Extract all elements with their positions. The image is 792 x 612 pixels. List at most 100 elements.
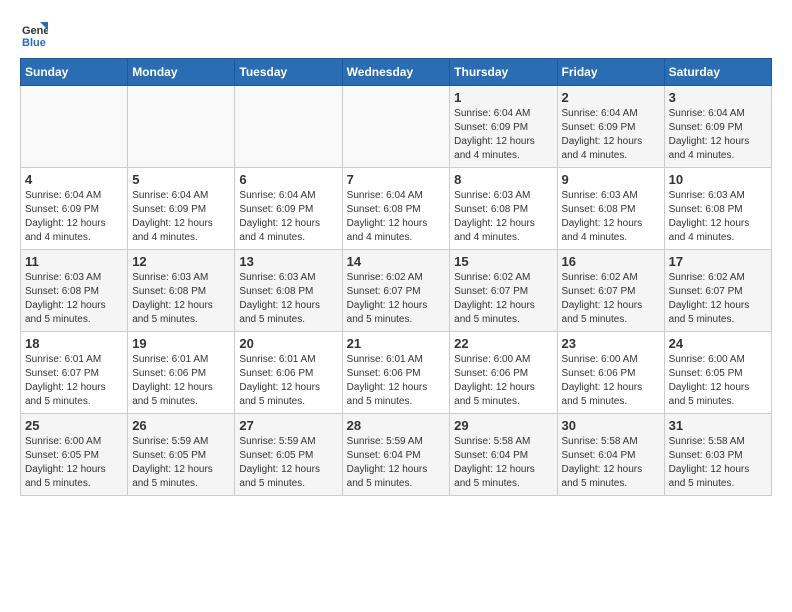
week-row-2: 4 Sunrise: 6:04 AM Sunset: 6:09 PM Daylig…	[21, 168, 772, 250]
day-number: 1	[454, 90, 552, 105]
day-number: 9	[562, 172, 660, 187]
day-info: Sunrise: 6:00 AM Sunset: 6:05 PM Dayligh…	[669, 353, 767, 409]
day-info: Sunrise: 6:02 AM Sunset: 6:07 PM Dayligh…	[454, 271, 552, 327]
day-number: 24	[669, 336, 767, 351]
day-info: Sunrise: 6:04 AM Sunset: 6:09 PM Dayligh…	[669, 107, 767, 163]
day-info: Sunrise: 6:01 AM Sunset: 6:07 PM Dayligh…	[25, 353, 123, 409]
day-info: Sunrise: 6:00 AM Sunset: 6:05 PM Dayligh…	[25, 435, 123, 491]
day-info: Sunrise: 6:00 AM Sunset: 6:06 PM Dayligh…	[454, 353, 552, 409]
day-info: Sunrise: 5:59 AM Sunset: 6:04 PM Dayligh…	[347, 435, 446, 491]
day-info: Sunrise: 6:01 AM Sunset: 6:06 PM Dayligh…	[239, 353, 337, 409]
day-info: Sunrise: 6:03 AM Sunset: 6:08 PM Dayligh…	[454, 189, 552, 245]
day-cell: 1Sunrise: 6:04 AM Sunset: 6:09 PM Daylig…	[450, 86, 557, 168]
header-cell-monday: Monday	[128, 59, 235, 86]
day-info: Sunrise: 6:03 AM Sunset: 6:08 PM Dayligh…	[562, 189, 660, 245]
day-info: Sunrise: 6:04 AM Sunset: 6:09 PM Dayligh…	[132, 189, 230, 245]
day-cell: 24 Sunrise: 6:00 AM Sunset: 6:05 PM Dayli…	[664, 332, 771, 414]
day-number: 29	[454, 418, 552, 433]
day-cell	[235, 86, 342, 168]
day-number: 2	[562, 90, 660, 105]
day-info: Sunrise: 6:03 AM Sunset: 6:08 PM Dayligh…	[239, 271, 337, 327]
day-number: 8	[454, 172, 552, 187]
logo-icon: General Blue	[20, 20, 48, 48]
day-number: 15	[454, 254, 552, 269]
day-info: Sunrise: 6:04 AM Sunset: 6:09 PM Dayligh…	[25, 189, 123, 245]
day-info: Sunrise: 6:02 AM Sunset: 6:07 PM Dayligh…	[347, 271, 446, 327]
day-info: Sunrise: 5:58 AM Sunset: 6:04 PM Dayligh…	[562, 435, 660, 491]
day-cell: 17 Sunrise: 6:02 AM Sunset: 6:07 PM Dayli…	[664, 250, 771, 332]
day-cell: 22 Sunrise: 6:00 AM Sunset: 6:06 PM Dayli…	[450, 332, 557, 414]
day-cell: 2 Sunrise: 6:04 AM Sunset: 6:09 PM Daylig…	[557, 86, 664, 168]
day-info: Sunrise: 6:01 AM Sunset: 6:06 PM Dayligh…	[132, 353, 230, 409]
day-cell: 16 Sunrise: 6:02 AM Sunset: 6:07 PM Dayli…	[557, 250, 664, 332]
day-number: 27	[239, 418, 337, 433]
day-cell: 6 Sunrise: 6:04 AM Sunset: 6:09 PM Daylig…	[235, 168, 342, 250]
header-cell-friday: Friday	[557, 59, 664, 86]
day-number: 25	[25, 418, 123, 433]
day-cell: 23 Sunrise: 6:00 AM Sunset: 6:06 PM Dayli…	[557, 332, 664, 414]
day-cell: 9 Sunrise: 6:03 AM Sunset: 6:08 PM Daylig…	[557, 168, 664, 250]
day-cell	[342, 86, 450, 168]
week-row-5: 25 Sunrise: 6:00 AM Sunset: 6:05 PM Dayli…	[21, 414, 772, 496]
day-cell: 5 Sunrise: 6:04 AM Sunset: 6:09 PM Daylig…	[128, 168, 235, 250]
logo: General Blue	[20, 20, 52, 48]
day-number: 14	[347, 254, 446, 269]
day-cell: 11 Sunrise: 6:03 AM Sunset: 6:08 PM Dayli…	[21, 250, 128, 332]
day-info: Sunrise: 5:59 AM Sunset: 6:05 PM Dayligh…	[239, 435, 337, 491]
day-cell: 20 Sunrise: 6:01 AM Sunset: 6:06 PM Dayli…	[235, 332, 342, 414]
day-number: 18	[25, 336, 123, 351]
day-number: 3	[669, 90, 767, 105]
day-cell: 8 Sunrise: 6:03 AM Sunset: 6:08 PM Daylig…	[450, 168, 557, 250]
day-info: Sunrise: 6:02 AM Sunset: 6:07 PM Dayligh…	[669, 271, 767, 327]
day-number: 7	[347, 172, 446, 187]
day-cell: 28Sunrise: 5:59 AM Sunset: 6:04 PM Dayli…	[342, 414, 450, 496]
day-info: Sunrise: 6:03 AM Sunset: 6:08 PM Dayligh…	[132, 271, 230, 327]
day-number: 5	[132, 172, 230, 187]
day-cell: 12 Sunrise: 6:03 AM Sunset: 6:08 PM Dayli…	[128, 250, 235, 332]
day-cell: 21 Sunrise: 6:01 AM Sunset: 6:06 PM Dayli…	[342, 332, 450, 414]
svg-text:General: General	[22, 25, 48, 37]
day-info: Sunrise: 6:04 AM Sunset: 6:09 PM Dayligh…	[239, 189, 337, 245]
day-number: 17	[669, 254, 767, 269]
day-info: Sunrise: 6:04 AM Sunset: 6:09 PM Dayligh…	[562, 107, 660, 163]
page-header: General Blue	[20, 20, 772, 48]
day-cell: 10Sunrise: 6:03 AM Sunset: 6:08 PM Dayli…	[664, 168, 771, 250]
day-number: 22	[454, 336, 552, 351]
day-info: Sunrise: 6:03 AM Sunset: 6:08 PM Dayligh…	[669, 189, 767, 245]
day-cell: 3 Sunrise: 6:04 AM Sunset: 6:09 PM Daylig…	[664, 86, 771, 168]
day-number: 12	[132, 254, 230, 269]
day-cell: 4 Sunrise: 6:04 AM Sunset: 6:09 PM Daylig…	[21, 168, 128, 250]
header-cell-sunday: Sunday	[21, 59, 128, 86]
day-cell: 19 Sunrise: 6:01 AM Sunset: 6:06 PM Dayli…	[128, 332, 235, 414]
day-cell: 13Sunrise: 6:03 AM Sunset: 6:08 PM Dayli…	[235, 250, 342, 332]
calendar-table: SundayMondayTuesdayWednesdayThursdayFrid…	[20, 58, 772, 496]
header-row: SundayMondayTuesdayWednesdayThursdayFrid…	[21, 59, 772, 86]
day-info: Sunrise: 6:01 AM Sunset: 6:06 PM Dayligh…	[347, 353, 446, 409]
day-number: 11	[25, 254, 123, 269]
day-number: 20	[239, 336, 337, 351]
day-info: Sunrise: 5:58 AM Sunset: 6:03 PM Dayligh…	[669, 435, 767, 491]
day-info: Sunrise: 6:00 AM Sunset: 6:06 PM Dayligh…	[562, 353, 660, 409]
day-cell	[21, 86, 128, 168]
header-cell-wednesday: Wednesday	[342, 59, 450, 86]
week-row-1: 1 Sunrise: 6:04 AM Sunset: 6:09 PM Daylig…	[21, 86, 772, 168]
day-number: 4	[25, 172, 123, 187]
day-info: Sunrise: 5:59 AM Sunset: 6:05 PM Dayligh…	[132, 435, 230, 491]
day-cell: 29 Sunrise: 5:58 AM Sunset: 6:04 PM Dayli…	[450, 414, 557, 496]
day-cell: 18 Sunrise: 6:01 AM Sunset: 6:07 PM Dayli…	[21, 332, 128, 414]
day-info: Sunrise: 5:58 AM Sunset: 6:04 PM Dayligh…	[454, 435, 552, 491]
day-info: Sunrise: 6:03 AM Sunset: 6:08 PM Dayligh…	[25, 271, 123, 327]
header-cell-saturday: Saturday	[664, 59, 771, 86]
day-number: 16	[562, 254, 660, 269]
day-number: 30	[562, 418, 660, 433]
day-cell: 30 Sunrise: 5:58 AM Sunset: 6:04 PM Dayli…	[557, 414, 664, 496]
week-row-4: 18 Sunrise: 6:01 AM Sunset: 6:07 PM Dayli…	[21, 332, 772, 414]
day-number: 21	[347, 336, 446, 351]
day-number: 6	[239, 172, 337, 187]
day-info: Sunrise: 6:02 AM Sunset: 6:07 PM Dayligh…	[562, 271, 660, 327]
day-cell: 15 Sunrise: 6:02 AM Sunset: 6:07 PM Dayli…	[450, 250, 557, 332]
day-number: 19	[132, 336, 230, 351]
day-number: 23	[562, 336, 660, 351]
day-number: 26	[132, 418, 230, 433]
header-cell-thursday: Thursday	[450, 59, 557, 86]
